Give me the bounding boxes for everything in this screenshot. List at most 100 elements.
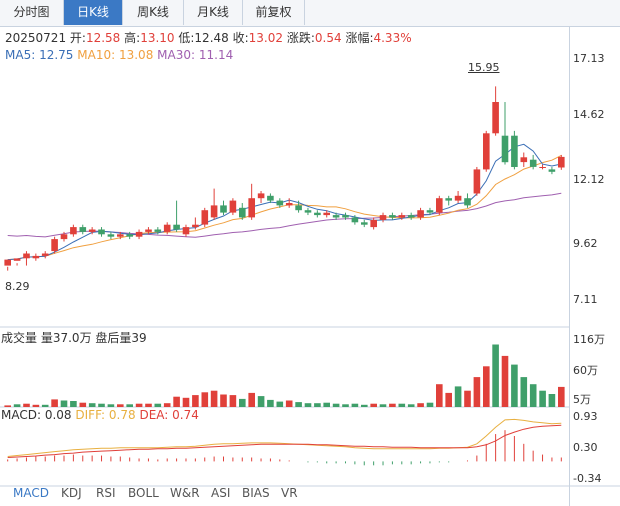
low-label: 低: (178, 31, 195, 45)
tab-bias[interactable]: BIAS (242, 486, 270, 500)
candle-body (276, 200, 284, 206)
candle-body (107, 234, 115, 237)
volume-bar (314, 403, 321, 407)
candle-body (182, 227, 190, 235)
tab-vr[interactable]: VR (281, 486, 298, 500)
price-axis-label: 12.12 (573, 173, 605, 186)
candle-body (323, 212, 330, 216)
quote-info-line: 20250721 开:12.58 高:13.10 低:12.48 收:13.02… (5, 29, 412, 46)
candle-body (351, 217, 359, 223)
volume-bar (32, 404, 40, 407)
volume-bar (285, 400, 293, 407)
volume-bar (539, 390, 546, 407)
high-annotation: 15.95 (468, 61, 500, 74)
kline-chart[interactable] (0, 0, 620, 506)
tab-macd[interactable]: MACD (13, 486, 49, 500)
after-hours-volume: 盘后量39 (95, 331, 147, 345)
volume-bar (23, 403, 30, 407)
dea-label: DEA: (139, 408, 169, 422)
macd-axis-label: 0.93 (573, 410, 598, 423)
candle-body (389, 215, 396, 218)
volume-bar (229, 395, 237, 407)
candle-body (398, 215, 406, 218)
quote-date: 20250721 (5, 31, 67, 45)
candle-body (558, 156, 565, 168)
volume-bar (332, 403, 340, 407)
open-value: 12.58 (85, 31, 121, 45)
candle-body (88, 229, 96, 232)
low-annotation: 8.29 (5, 280, 30, 293)
volume-bar (548, 394, 556, 407)
candle-body (407, 215, 415, 218)
volume-axis-label: 60万 (573, 364, 598, 377)
candle-body (239, 207, 246, 218)
candle-body (41, 253, 49, 256)
volume-bar (370, 403, 377, 407)
volume-bar (520, 377, 528, 407)
dea-line (7, 424, 562, 458)
volume-bar (407, 404, 415, 407)
volume-bar (417, 403, 424, 407)
tab-asi[interactable]: ASI (211, 486, 230, 500)
volume-bar (511, 364, 518, 407)
volume-bar (492, 344, 499, 407)
macd-label: MACD: (1, 408, 42, 422)
ma30-value: 11.14 (198, 48, 234, 62)
volume-bar (98, 403, 105, 407)
volume-bar (501, 355, 509, 407)
candle-body (501, 135, 509, 163)
candle-body (464, 198, 471, 206)
close-label: 收: (232, 31, 249, 45)
volume-bar (323, 402, 330, 407)
volume-bar (88, 403, 96, 407)
volume-bar (267, 399, 274, 407)
candle-body (70, 227, 77, 235)
macd-legend: MACD: 0.08 DIFF: 0.78 DEA: 0.74 (1, 408, 199, 422)
candle-body (154, 229, 162, 232)
volume-bar (60, 400, 68, 407)
candle-body (135, 231, 143, 237)
volume-axis-label: 5万 (573, 393, 591, 406)
diff-label: DIFF: (75, 408, 106, 422)
price-axis-label: 9.62 (573, 237, 598, 250)
candle-body (163, 224, 171, 232)
high-value: 13.10 (140, 31, 175, 45)
candle-body (173, 224, 180, 230)
candle-body (417, 210, 424, 218)
volume-bar (361, 404, 368, 407)
tab-kdj[interactable]: KDJ (61, 486, 82, 500)
candle-body (520, 157, 528, 163)
volume-bar (154, 403, 162, 407)
pct-label: 涨幅: (345, 31, 374, 45)
candle-body (32, 255, 40, 259)
volume-axis-label: 116万 (573, 333, 605, 346)
tab-wr[interactable]: W&R (170, 486, 200, 500)
candle-body (145, 229, 152, 232)
candle-body (342, 215, 349, 218)
change-label: 涨跌: (286, 31, 315, 45)
candle-body (210, 205, 218, 218)
volume-bar (454, 386, 462, 407)
volume-bar (210, 390, 218, 407)
macd-value: 0.08 (44, 408, 72, 422)
price-axis-label: 7.11 (573, 293, 598, 306)
volume-bar (558, 386, 565, 407)
candle-body (257, 193, 265, 199)
ma5-label: MA5: (5, 48, 36, 62)
tab-boll[interactable]: BOLL (128, 486, 159, 500)
volume-bar (4, 405, 11, 407)
volume-bar (445, 392, 452, 407)
macd-axis-label: -0.34 (573, 472, 602, 485)
macd-axis-label: 0.30 (573, 441, 598, 454)
change-value: 0.54 (314, 31, 342, 45)
volume-bar (295, 402, 302, 407)
tab-rsi[interactable]: RSI (96, 486, 116, 500)
volume-bar (117, 404, 124, 407)
volume-bar (389, 403, 396, 407)
diff-value: 0.78 (108, 408, 136, 422)
volume-bar (398, 403, 406, 407)
candle-body (126, 234, 133, 237)
volume-bar (79, 402, 87, 407)
candle-body (370, 219, 377, 228)
candle-body (248, 198, 255, 218)
